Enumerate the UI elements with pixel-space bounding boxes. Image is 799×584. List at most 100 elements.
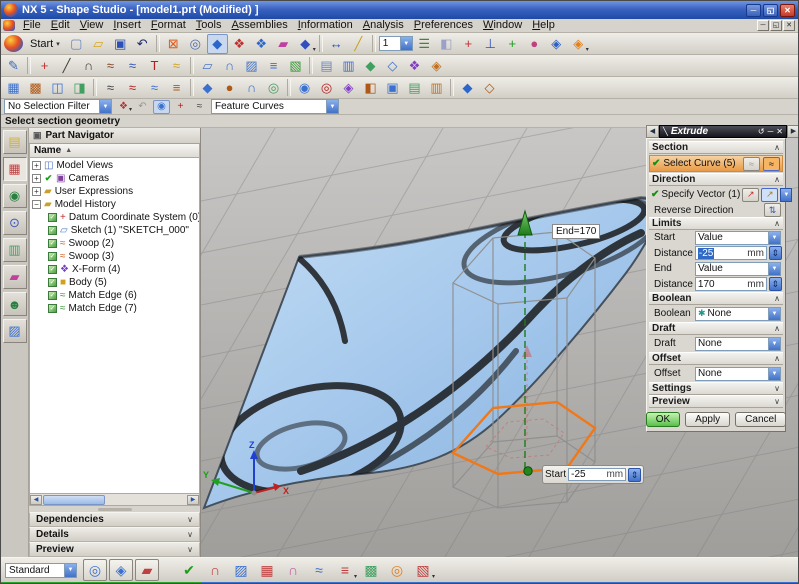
collapse-icon[interactable]: − (32, 200, 41, 209)
chevron-down-icon[interactable]: ▼ (768, 308, 780, 320)
high-quality-image-button[interactable]: ▰ (273, 34, 294, 54)
boolean-header[interactable]: Boolean ∧ (649, 292, 783, 305)
curve-rule-button[interactable]: ≈ (191, 100, 208, 114)
start-distance-field[interactable]: -25 mm (695, 246, 767, 260)
ok-button[interactable]: OK (646, 412, 680, 427)
tree-item[interactable]: −▰Model History (30, 198, 199, 211)
expand-icon[interactable]: + (32, 174, 41, 183)
helix-button[interactable]: ≈ (166, 56, 187, 76)
feature-checkbox[interactable]: ✓ (48, 265, 57, 274)
specify-vector-row[interactable]: ✔ Specify Vector (1) ↗ ↗ ▼ (649, 186, 783, 203)
pattern-face-button[interactable]: ▩ (25, 78, 46, 98)
reverse-direction-row[interactable]: Reverse Direction ⇅ (649, 203, 783, 217)
highlight-lines-button[interactable]: ✔ (177, 559, 201, 581)
roles-tab[interactable]: ☻ (3, 292, 27, 316)
spinner-icon[interactable]: ⇕ (769, 277, 782, 291)
limits-header[interactable]: Limits ∧ (649, 217, 783, 230)
assembly-navigator-tab[interactable]: ▤ (3, 130, 27, 154)
name-column-header[interactable]: Name ▲ (29, 144, 200, 158)
dialog-clip-right-icon[interactable]: ▶ (787, 125, 799, 138)
chevron-down-icon[interactable]: ▼ (780, 188, 792, 202)
thicken-button[interactable]: ▣ (382, 78, 403, 98)
text-tool-button[interactable]: T (144, 56, 165, 76)
draft-header[interactable]: Draft ∧ (649, 322, 783, 335)
direction-header[interactable]: Direction ∧ (649, 173, 783, 186)
x-form-button[interactable]: ❖ (404, 56, 425, 76)
arc-tool-button[interactable]: ∩ (78, 56, 99, 76)
apply-button[interactable]: Apply (685, 412, 730, 427)
line-tool-button[interactable]: ╱ (56, 56, 77, 76)
studio-spline-button[interactable]: ≈ (122, 56, 143, 76)
face-blend-button[interactable]: ◇ (479, 78, 500, 98)
chevron-down-icon[interactable]: ▼ (99, 100, 111, 113)
section-header[interactable]: Section ∧ (649, 141, 783, 154)
pin-icon[interactable]: ▣ (33, 130, 42, 141)
offset-surface-button[interactable]: ▥ (426, 78, 447, 98)
instance-geometry-button[interactable]: ▦ (3, 78, 24, 98)
chevron-down-icon[interactable]: ▼ (64, 564, 76, 577)
inferred-vector-icon[interactable]: ↗ (761, 188, 778, 202)
ruled-surface-button[interactable]: ▨ (241, 56, 262, 76)
tree-item[interactable]: ✓■Body (5) (30, 276, 199, 289)
deselect-all-button[interactable]: ↶ (134, 100, 151, 114)
undo-button[interactable]: ↶ (132, 34, 153, 54)
menu-information[interactable]: Information (293, 19, 358, 32)
effects-tab[interactable]: ▰ (3, 265, 27, 289)
view-orient-button[interactable]: ◈ (546, 34, 567, 54)
tree-item[interactable]: ✓≈Swoop (3) (30, 250, 199, 263)
chevron-down-icon[interactable]: ▼ (768, 263, 780, 275)
boolean-combo[interactable]: ✱ None ▼ (695, 307, 781, 321)
spinner-icon[interactable]: ⇕ (628, 468, 641, 482)
scenes-tab[interactable]: ▨ (3, 319, 27, 343)
part-navigator-tab[interactable]: ▦ (3, 157, 27, 181)
datum-plane-button[interactable]: ◧ (436, 34, 457, 54)
chevron-down-icon[interactable]: ▼ (768, 232, 780, 244)
move-component-button[interactable]: ❖ (251, 34, 272, 54)
chevron-down-icon[interactable]: ▼ (768, 368, 780, 380)
minimize-icon[interactable]: ─ (746, 4, 761, 17)
tree-item[interactable]: ✓≈Match Edge (6) (30, 289, 199, 302)
vector-dialog-icon[interactable]: ↗ (742, 188, 759, 202)
cancel-button[interactable]: Cancel (735, 412, 786, 427)
end-option-combo[interactable]: Value ▼ (695, 262, 781, 276)
csys-orientation-button[interactable]: + (502, 34, 523, 54)
bounded-plane-button[interactable]: ▧ (285, 56, 306, 76)
start-distance-input[interactable]: -25 mm (568, 468, 626, 481)
menu-file[interactable]: File (18, 19, 46, 32)
mdi-restore-icon[interactable]: ◱ (770, 20, 782, 31)
layer-settings-button[interactable]: ☰ (414, 34, 435, 54)
chevron-down-icon[interactable]: ▼ (326, 100, 338, 113)
sew-button[interactable]: ▤ (404, 78, 425, 98)
end-distance-field[interactable]: 170 mm (695, 277, 767, 291)
menu-insert[interactable]: Insert (108, 19, 146, 32)
scroll-left-icon[interactable]: ◀ (30, 495, 42, 505)
mdi-close-icon[interactable]: ✕ (783, 20, 795, 31)
save-button[interactable]: ▣ (110, 34, 131, 54)
delete-button[interactable]: ⊠ (163, 34, 184, 54)
snap-point-toggle[interactable]: + (172, 100, 189, 114)
point-tool-button[interactable]: + (34, 56, 55, 76)
new-button[interactable]: ▢ (66, 34, 87, 54)
palettes-tab[interactable]: ▥ (3, 238, 27, 262)
chevron-down-icon[interactable]: ▼ (768, 338, 780, 350)
reverse-direction-icon[interactable]: ⇅ (764, 203, 781, 217)
dialog-reset-icon[interactable]: ↺ (758, 128, 765, 136)
preview-panel[interactable]: Preview ∨ (29, 542, 200, 557)
details-panel[interactable]: Details ∨ (29, 527, 200, 542)
feature-checkbox[interactable]: ✓ (48, 226, 57, 235)
tree-item[interactable]: ✓≈Match Edge (7) (30, 302, 199, 315)
chevron-down-icon[interactable]: ▾ (129, 108, 132, 113)
tree-horizontal-scrollbar[interactable]: ◀ ▶ (29, 494, 200, 506)
subtract-button[interactable]: ◎ (316, 78, 337, 98)
chevron-down-icon[interactable]: ▼ (400, 37, 412, 50)
reflection-analysis-button[interactable]: ▨ (229, 559, 253, 581)
offset-header[interactable]: Offset ∧ (649, 352, 783, 365)
work-layer-combo[interactable]: 1▼ (379, 36, 413, 51)
highlight-toggle[interactable]: ◉ (153, 100, 170, 114)
selection-scope-button[interactable]: ❖▾ (115, 100, 132, 114)
feature-checkbox[interactable]: ✓ (48, 278, 57, 287)
intersect-button[interactable]: ◈ (338, 78, 359, 98)
dialog-clip-left-icon[interactable]: ◀ (646, 125, 659, 138)
isocline-button[interactable]: ▩ (359, 559, 383, 581)
menu-assemblies[interactable]: Assemblies (226, 19, 292, 32)
